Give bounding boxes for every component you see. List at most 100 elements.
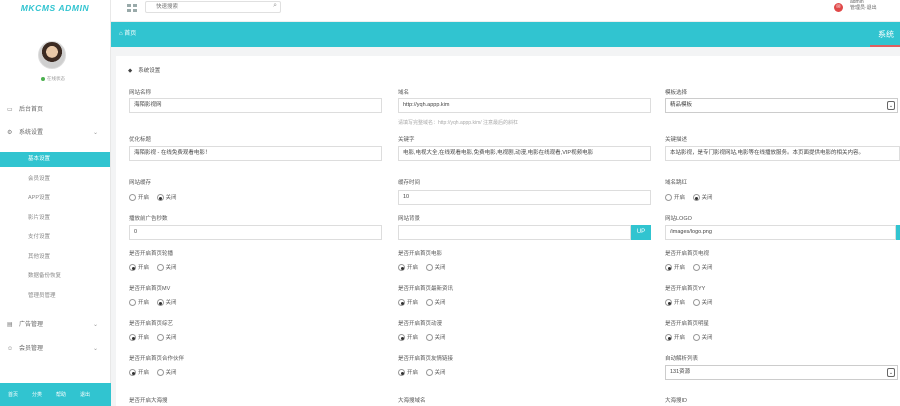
footer-link-category[interactable]: 分类 xyxy=(32,391,42,398)
hotlink-radio-group: 开启 关闭 xyxy=(665,193,719,202)
auto-source-select[interactable]: 131资源 ⌄ xyxy=(665,365,898,380)
footer-link-logout[interactable]: 退出 xyxy=(80,391,90,398)
search-icon[interactable]: ⌕ xyxy=(273,2,277,10)
toggle-on-radio[interactable]: 开启 xyxy=(129,368,149,377)
ad-seconds-input[interactable]: 0 xyxy=(129,225,382,240)
chevron-down-icon: ⌄ xyxy=(92,130,98,136)
toggle-off-radio[interactable]: 关闭 xyxy=(156,263,177,272)
toggle-label: 是否开启首页明星 xyxy=(665,321,710,327)
sidebar-item-label: 系统设置 xyxy=(19,130,44,136)
logo-upload-button[interactable] xyxy=(896,225,900,240)
toggle-radio-group: 开启 关闭 xyxy=(398,263,452,272)
settings-icon: ⚙ xyxy=(7,130,13,136)
auto-source-label: 自动解析列表 xyxy=(665,356,699,362)
toggle-on-radio[interactable]: 开启 xyxy=(129,263,149,272)
toggle-on-radio[interactable]: 开启 xyxy=(665,263,685,272)
toggle-label: 是否开启首页友情链接 xyxy=(398,356,454,362)
tab-system[interactable]: 系统 xyxy=(870,22,900,47)
upload-button[interactable]: UP xyxy=(631,225,651,240)
hotlink-off-radio[interactable]: 关闭 xyxy=(692,193,713,202)
footer-link-home[interactable]: 首页 xyxy=(8,391,18,398)
sidebar-item-dashboard[interactable]: ▭ 后台首页 xyxy=(0,100,110,120)
logo-input[interactable]: /images/logo.png xyxy=(665,225,896,240)
description-label: 关键描述 xyxy=(665,137,688,143)
keywords-input[interactable]: 电影,电视大全,在线观看电影,免费电影,电视剧,动漫,电影在线观看,VIP视频电… xyxy=(398,146,651,161)
toggle-on-radio[interactable]: 开启 xyxy=(398,298,418,307)
sidebar-subitem-video[interactable]: 影片设置 xyxy=(0,211,110,226)
user-role: 管理员·退出 xyxy=(850,5,877,11)
toggle-on-radio[interactable]: 开启 xyxy=(398,333,418,342)
avatar[interactable] xyxy=(38,41,66,69)
hotlink-on-radio[interactable]: 开启 xyxy=(665,193,685,202)
search-box: ⌕ xyxy=(145,1,281,13)
domain-input[interactable]: http://yqh.appp.kim xyxy=(398,98,651,113)
toggle-radio-group: 开启 关闭 xyxy=(398,298,452,307)
toggle-off-radio[interactable]: 关闭 xyxy=(156,368,177,377)
cache-off-radio[interactable]: 关闭 xyxy=(156,193,177,202)
seo-title-label: 优化标题 xyxy=(129,137,152,143)
search-input[interactable] xyxy=(146,2,256,12)
toggle-off-radio[interactable]: 关闭 xyxy=(692,333,713,342)
dahai-domain-label: 大海搜域名 xyxy=(398,398,426,404)
toggle-radio-group: 开启 关闭 xyxy=(129,298,183,307)
sidebar-item-label: 会员管理 xyxy=(19,346,44,352)
sidebar-subitem-other[interactable]: 其他设置 xyxy=(0,250,110,265)
toggle-off-radio[interactable]: 关闭 xyxy=(692,298,713,307)
sidebar-subitem-admins[interactable]: 管理员管理 xyxy=(0,289,110,304)
chevron-down-icon: ⌄ xyxy=(92,346,98,352)
domain-hint: 请填写完整域名：http://yqh.appp.kim/ 注意最后的斜杠 xyxy=(398,120,519,126)
keywords-label: 关键字 xyxy=(398,137,415,143)
monitor-icon: ▭ xyxy=(7,107,13,113)
toggle-label: 是否开启首页最新资讯 xyxy=(398,286,454,292)
toggle-off-radio[interactable]: 关闭 xyxy=(425,263,446,272)
toggle-on-radio[interactable]: 开启 xyxy=(398,263,418,272)
sidebar-subitem-app[interactable]: APP设置 xyxy=(0,191,110,206)
toggle-off-radio[interactable]: 关闭 xyxy=(692,263,713,272)
site-name-label: 网站名称 xyxy=(129,90,152,96)
footer-link-help[interactable]: 帮助 xyxy=(56,391,66,398)
ad-icon: ▤ xyxy=(7,322,13,328)
sidebar-item-members[interactable]: ☺ 会员管理 ⌄ xyxy=(0,339,110,359)
toggle-on-radio[interactable]: 开启 xyxy=(665,298,685,307)
tag-icon: ◆ xyxy=(128,68,133,74)
panel-title: ◆ 系统设置 xyxy=(128,68,161,74)
description-input[interactable]: 本站影视，是专门影视网站,电影等在线播放服务。本页面提供电影的相关内容。 xyxy=(665,146,900,161)
ad-seconds-label: 播放前广告秒数 xyxy=(129,216,168,222)
template-label: 模板选择 xyxy=(665,90,688,96)
watermark-input[interactable] xyxy=(398,225,631,240)
toggle-off-radio[interactable]: 关闭 xyxy=(425,333,446,342)
sidebar-item-ads[interactable]: ▤ 广告管理 ⌄ xyxy=(0,315,110,335)
toggle-off-radio[interactable]: 关闭 xyxy=(156,298,177,307)
toggle-label: 是否开启首页综艺 xyxy=(129,321,174,327)
sidebar-item-system-settings[interactable]: ⚙ 系统设置 ⌄ xyxy=(0,123,110,143)
cache-time-input[interactable]: 10 xyxy=(398,190,651,205)
mail-icon[interactable]: ✉ xyxy=(834,3,843,12)
logo-label: 网站LOGO xyxy=(665,216,692,222)
toggle-radio-group: 开启 关闭 xyxy=(129,368,183,377)
site-name-input[interactable]: 海陌影视网 xyxy=(129,98,382,113)
toggle-radio-group: 开启 关闭 xyxy=(665,263,719,272)
user-menu[interactable]: admin 管理员·退出 xyxy=(850,0,884,11)
watermark-label: 网站背景 xyxy=(398,216,421,222)
toggle-off-radio[interactable]: 关闭 xyxy=(156,333,177,342)
sidebar-subitem-payment[interactable]: 支付设置 xyxy=(0,230,110,245)
home-link[interactable]: ⌂ 首页 xyxy=(119,22,136,47)
sidebar-subitem-member[interactable]: 会员设置 xyxy=(0,172,110,187)
sidebar-subitem-backup[interactable]: 数据备份恢复 xyxy=(0,269,110,284)
toggle-on-radio[interactable]: 开启 xyxy=(398,368,418,377)
chevron-down-icon: ⌄ xyxy=(92,322,98,328)
cache-on-radio[interactable]: 开启 xyxy=(129,193,149,202)
toggle-label: 是否开启首页YY xyxy=(665,286,706,292)
toggle-on-radio[interactable]: 开启 xyxy=(129,333,149,342)
toggle-on-radio[interactable]: 开启 xyxy=(665,333,685,342)
toggle-on-radio[interactable]: 开启 xyxy=(129,298,149,307)
cache-label: 网站缓存 xyxy=(129,180,152,186)
sidebar-subitem-basic[interactable]: 基本设置 xyxy=(0,152,110,167)
grid-menu-icon[interactable] xyxy=(127,4,138,12)
dahai-search-label: 是否开启大海搜 xyxy=(129,398,168,404)
template-select[interactable]: 精品模板 ⌄ xyxy=(665,98,898,113)
toggle-off-radio[interactable]: 关闭 xyxy=(425,298,446,307)
toggle-off-radio[interactable]: 关闭 xyxy=(425,368,446,377)
seo-title-input[interactable]: 海陌影视 - 在线免费观看电影！ xyxy=(129,146,382,161)
sidebar-footer: 首页 分类 帮助 退出 xyxy=(0,383,111,406)
